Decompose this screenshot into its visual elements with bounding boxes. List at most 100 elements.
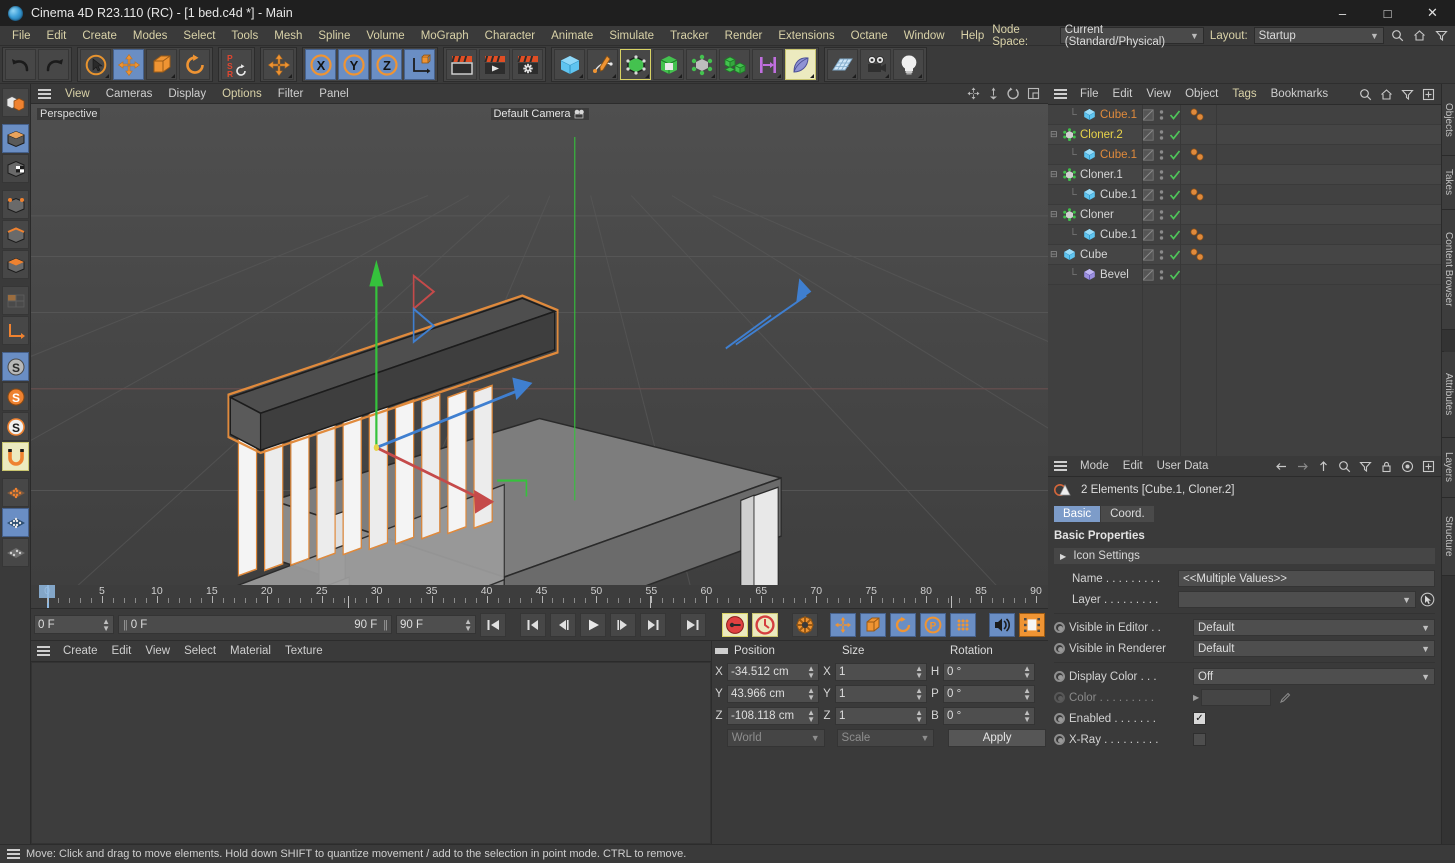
next-frame-button[interactable] <box>610 612 636 637</box>
object-row[interactable]: └ Cube.1 <box>1048 225 1441 245</box>
side-tab-layers[interactable]: Layers <box>1442 438 1455 498</box>
close-button[interactable]: ✕ <box>1410 0 1455 26</box>
visible-editor-radio[interactable] <box>1054 622 1065 633</box>
spline-pen-button[interactable] <box>587 49 618 80</box>
menu-item-extensions[interactable]: Extensions <box>770 28 842 44</box>
workplane-s-icon[interactable]: S <box>2 412 29 441</box>
object-visibility-dots-icon[interactable] <box>1157 208 1166 222</box>
stepper-icon[interactable]: ▲ ▼ <box>807 709 815 724</box>
menu-item-edit[interactable]: Edit <box>39 28 75 44</box>
move-tool-button[interactable] <box>113 49 144 80</box>
size-z-input[interactable]: 1 ▲ ▼ <box>835 707 927 725</box>
forward-arrow-icon[interactable] <box>1294 458 1311 475</box>
go-to-start-button[interactable] <box>480 612 506 637</box>
filter-icon[interactable] <box>1357 458 1374 475</box>
viewport-menu-options[interactable]: Options <box>214 86 270 102</box>
visible-renderer-select[interactable]: Default ▼ <box>1193 640 1435 657</box>
object-tag-icon[interactable] <box>1188 107 1208 123</box>
object-world-axis-button[interactable] <box>404 49 435 80</box>
range-left-grip[interactable]: || <box>123 619 128 631</box>
pos-y-input[interactable]: 43.966 cm ▲ ▼ <box>727 685 819 703</box>
z-axis-lock-button[interactable]: Z <box>371 49 402 80</box>
subdivision-surface-button[interactable] <box>620 49 651 80</box>
target-icon[interactable] <box>1399 458 1416 475</box>
visible-editor-select[interactable]: Default ▼ <box>1193 619 1435 636</box>
side-tab-content-browser[interactable]: Content Browser <box>1442 210 1455 330</box>
menu-item-file[interactable]: File <box>4 28 39 44</box>
side-tab-takes[interactable]: Takes <box>1442 156 1455 210</box>
maximize-view-icon[interactable] <box>1025 85 1042 102</box>
next-key-button[interactable] <box>640 612 666 637</box>
maximize-button[interactable]: □ <box>1365 0 1410 26</box>
menu-item-tools[interactable]: Tools <box>223 28 266 44</box>
psr-toggle-button[interactable]: P S R <box>221 49 252 80</box>
object-enable-box-icon[interactable] <box>1142 169 1154 181</box>
key-position-button[interactable] <box>830 612 856 637</box>
tab-coord[interactable]: Coord. <box>1101 506 1154 522</box>
menu-item-octane[interactable]: Octane <box>843 28 896 44</box>
timeline-ruler[interactable]: 051015202530354045505560657075808590 <box>31 585 1048 609</box>
pos-x-input[interactable]: -34.512 cm ▲ ▼ <box>727 663 819 681</box>
menu-item-spline[interactable]: Spline <box>310 28 358 44</box>
soft-select-s-icon[interactable]: S <box>2 352 29 381</box>
name-input[interactable]: <<Multiple Values>> <box>1178 570 1435 587</box>
om-menu-tags[interactable]: Tags <box>1225 87 1263 101</box>
previous-frame-button[interactable] <box>550 612 576 637</box>
texture-mode-icon[interactable] <box>2 154 29 183</box>
model-mode-icon[interactable] <box>2 124 29 153</box>
world-axis-move-button[interactable] <box>263 49 294 80</box>
play-button[interactable] <box>580 612 606 637</box>
om-menu-bookmarks[interactable]: Bookmarks <box>1264 87 1336 101</box>
object-enable-box-icon[interactable] <box>1142 149 1154 161</box>
menu-item-render[interactable]: Render <box>717 28 771 44</box>
redo-button[interactable] <box>38 49 69 80</box>
current-frame-input[interactable]: 0 F ▲ ▼ <box>34 615 114 634</box>
pos-z-input[interactable]: -108.118 cm ▲ ▼ <box>727 707 819 725</box>
uv-mode-icon[interactable] <box>2 286 29 315</box>
object-row[interactable]: ⊟ Cloner <box>1048 205 1441 225</box>
object-visibility-dots-icon[interactable] <box>1157 168 1166 182</box>
lock-icon[interactable] <box>1378 458 1395 475</box>
grid-orange-icon[interactable] <box>2 478 29 507</box>
timeline-button[interactable] <box>1019 612 1045 637</box>
expand-toggle-icon[interactable]: ⊟ <box>1050 129 1058 140</box>
object-tree[interactable]: └ Cube.1 ⊟ Cloner.2 └ Cube.1 ⊟ Cloner.1 … <box>1048 105 1441 456</box>
enabled-checkbox[interactable]: ✓ <box>1193 712 1206 725</box>
stepper-icon[interactable]: ▲ ▼ <box>915 687 923 702</box>
mat-menu-texture[interactable]: Texture <box>278 644 330 658</box>
side-tab-attributes[interactable]: Attributes <box>1442 352 1455 438</box>
bend-deformer-button[interactable] <box>785 49 816 80</box>
attribute-manager-hamburger-icon[interactable] <box>1054 461 1067 471</box>
stepper-icon[interactable]: ▲ ▼ <box>464 617 472 632</box>
range-right-grip[interactable]: || <box>383 619 388 631</box>
snap-s-orange-icon[interactable]: S <box>2 382 29 411</box>
mograph-button[interactable] <box>719 49 750 80</box>
object-visibility-dots-icon[interactable] <box>1157 248 1166 262</box>
menu-item-help[interactable]: Help <box>953 28 993 44</box>
object-visibility-dots-icon[interactable] <box>1157 228 1166 242</box>
visible-renderer-radio[interactable] <box>1054 643 1065 654</box>
stepper-icon[interactable]: ▲ ▼ <box>807 665 815 680</box>
rot-b-input[interactable]: 0 ° ▲ ▼ <box>943 707 1035 725</box>
rot-h-input[interactable]: 0 ° ▲ ▼ <box>943 663 1035 681</box>
stepper-icon[interactable]: ▲ ▼ <box>1023 665 1031 680</box>
home-icon[interactable] <box>1412 27 1428 44</box>
sound-button[interactable] <box>989 612 1015 637</box>
object-enable-box-icon[interactable] <box>1142 109 1154 121</box>
key-parameter-button[interactable]: P <box>920 612 946 637</box>
size-x-input[interactable]: 1 ▲ ▼ <box>835 663 927 681</box>
object-visibility-dots-icon[interactable] <box>1157 128 1166 142</box>
expand-toggle-icon[interactable]: ⊟ <box>1050 169 1058 180</box>
expand-toggle-icon[interactable]: ⊟ <box>1050 249 1058 260</box>
viewport-menu-hamburger-icon[interactable] <box>38 88 51 99</box>
autokeying-button[interactable] <box>752 612 778 637</box>
menu-item-modes[interactable]: Modes <box>125 28 176 44</box>
object-row[interactable]: ⊟ Cloner.2 <box>1048 125 1441 145</box>
mat-menu-create[interactable]: Create <box>56 644 105 658</box>
guide-snap-icon[interactable] <box>2 538 29 567</box>
om-menu-object[interactable]: Object <box>1178 87 1225 101</box>
filter-icon[interactable] <box>1433 27 1449 44</box>
mat-menu-view[interactable]: View <box>138 644 177 658</box>
stepper-icon[interactable]: ▲ ▼ <box>102 617 110 632</box>
points-snap-icon[interactable] <box>2 508 29 537</box>
